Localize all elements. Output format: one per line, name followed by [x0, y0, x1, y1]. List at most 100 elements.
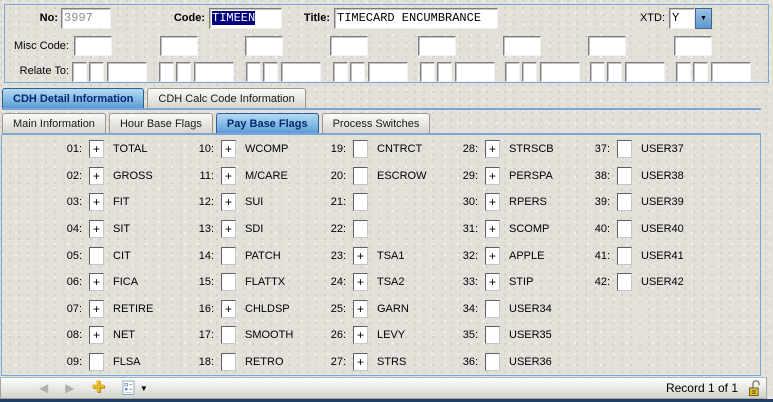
add-record-icon[interactable]: ✚	[91, 380, 104, 396]
flag-checkbox-34[interactable]	[485, 300, 500, 318]
misc-code-field-8[interactable]	[674, 36, 712, 56]
tab-cdh-detail-information[interactable]: CDH Detail Information	[2, 88, 144, 108]
flag-checkbox-03[interactable]: +	[89, 193, 104, 211]
relate-to-field-3-3[interactable]	[281, 62, 321, 82]
flag-checkbox-30[interactable]: +	[485, 193, 500, 211]
flag-checkbox-10[interactable]: +	[221, 140, 236, 158]
flag-checkbox-04[interactable]: +	[89, 220, 104, 238]
relate-to-field-4-2[interactable]	[350, 62, 365, 82]
relate-to-field-5-1[interactable]	[420, 62, 435, 82]
title-field[interactable]: TIMECARD ENCUMBRANCE	[334, 8, 498, 29]
xtd-field[interactable]: Y	[669, 8, 695, 29]
flag-checkbox-40[interactable]	[617, 220, 632, 238]
tab-main-information[interactable]: Main Information	[2, 113, 106, 133]
tab-hour-base-flags[interactable]: Hour Base Flags	[109, 113, 213, 133]
relate-to-field-2-2[interactable]	[176, 62, 191, 82]
relate-to-field-5-2[interactable]	[437, 62, 452, 82]
flag-checkbox-22[interactable]	[353, 220, 368, 238]
relate-to-field-1-1[interactable]	[72, 62, 87, 82]
flag-checkbox-39[interactable]	[617, 193, 632, 211]
relate-to-field-7-2[interactable]	[607, 62, 622, 82]
chevron-down-icon: ▼	[140, 384, 148, 393]
misc-code-field-5[interactable]	[418, 36, 456, 56]
flag-checkbox-27[interactable]: +	[353, 353, 368, 371]
flag-checkbox-05[interactable]	[89, 247, 104, 265]
flag-checkbox-31[interactable]: +	[485, 220, 500, 238]
flag-checkbox-36[interactable]	[485, 353, 500, 371]
relate-to-field-6-2[interactable]	[522, 62, 537, 82]
code-field[interactable]: TIMEEN	[209, 8, 282, 29]
flag-checkbox-08[interactable]: +	[89, 326, 104, 344]
flag-checkbox-25[interactable]: +	[353, 300, 368, 318]
flag-checkbox-18[interactable]	[221, 353, 236, 371]
flag-checkbox-17[interactable]	[221, 326, 236, 344]
flag-label: STRS	[377, 356, 406, 368]
flag-checkbox-35[interactable]	[485, 326, 500, 344]
next-record-icon[interactable]: ▶	[65, 382, 74, 394]
misc-code-field-3[interactable]	[245, 36, 283, 56]
flag-checkbox-02[interactable]: +	[89, 167, 104, 185]
flag-checkbox-42[interactable]	[617, 273, 632, 291]
flag-label: TSA1	[377, 250, 405, 262]
relate-to-field-8-1[interactable]	[676, 62, 691, 82]
flag-number-label: 18:	[192, 356, 214, 368]
relate-to-field-3-2[interactable]	[263, 62, 278, 82]
flag-checkbox-09[interactable]	[89, 353, 104, 371]
misc-code-field-6[interactable]	[503, 36, 541, 56]
relate-to-field-5-3[interactable]	[455, 62, 495, 82]
flag-checkbox-20[interactable]	[353, 167, 368, 185]
flag-checkbox-33[interactable]: +	[485, 273, 500, 291]
relate-to-field-6-1[interactable]	[505, 62, 520, 82]
misc-code-field-7[interactable]	[588, 36, 626, 56]
flag-checkbox-16[interactable]: +	[221, 300, 236, 318]
flag-checkbox-07[interactable]: +	[89, 300, 104, 318]
flag-checkbox-12[interactable]: +	[221, 193, 236, 211]
previous-record-icon[interactable]: ◀	[39, 382, 48, 394]
form-options-button[interactable]: ▼	[122, 380, 148, 396]
relate-to-group-8	[676, 62, 751, 82]
misc-code-field-2[interactable]	[160, 36, 198, 56]
tab-process-switches[interactable]: Process Switches	[322, 113, 431, 133]
flag-checkbox-37[interactable]	[617, 140, 632, 158]
relate-to-group-6	[505, 62, 580, 82]
xtd-dropdown-button[interactable]: ▼	[695, 8, 712, 29]
relate-to-field-4-3[interactable]	[368, 62, 408, 82]
flag-checkbox-23[interactable]: +	[353, 247, 368, 265]
flag-checkbox-06[interactable]: +	[89, 273, 104, 291]
misc-code-field-4[interactable]	[330, 36, 368, 56]
relate-to-field-2-1[interactable]	[159, 62, 174, 82]
flag-label: USER41	[641, 250, 684, 262]
flag-checkbox-15[interactable]	[221, 273, 236, 291]
relate-to-field-1-3[interactable]	[107, 62, 147, 82]
flag-checkbox-01[interactable]: +	[89, 140, 104, 158]
flag-checkbox-29[interactable]: +	[485, 167, 500, 185]
relate-to-field-3-1[interactable]	[246, 62, 261, 82]
flag-checkbox-41[interactable]	[617, 247, 632, 265]
pay-base-flags-grid: 01:+TOTAL02:+GROSS03:+FIT04:+SIT05:CIT06…	[60, 136, 720, 375]
relate-to-field-4-1[interactable]	[333, 62, 348, 82]
relate-to-field-7-1[interactable]	[590, 62, 605, 82]
flag-checkbox-14[interactable]	[221, 247, 236, 265]
relate-to-field-2-3[interactable]	[194, 62, 234, 82]
flag-number-label: 30:	[456, 196, 478, 208]
flag-checkbox-28[interactable]: +	[485, 140, 500, 158]
flag-checkbox-24[interactable]: +	[353, 273, 368, 291]
relate-to-field-1-2[interactable]	[89, 62, 104, 82]
flag-row-09: 09:FLSA	[60, 349, 192, 376]
misc-code-field-1[interactable]	[74, 36, 112, 56]
flag-checkbox-13[interactable]: +	[221, 220, 236, 238]
tab-pay-base-flags[interactable]: Pay Base Flags	[216, 113, 319, 133]
flag-label: CIT	[113, 250, 131, 262]
relate-to-field-6-3[interactable]	[540, 62, 580, 82]
flag-checkbox-38[interactable]	[617, 167, 632, 185]
flag-checkbox-19[interactable]	[353, 140, 368, 158]
flag-checkbox-26[interactable]: +	[353, 326, 368, 344]
no-field[interactable]: 3997	[61, 8, 111, 29]
tab-cdh-calc-code-information[interactable]: CDH Calc Code Information	[147, 88, 305, 108]
relate-to-field-8-3[interactable]	[711, 62, 751, 82]
relate-to-field-8-2[interactable]	[693, 62, 708, 82]
flag-checkbox-21[interactable]	[353, 193, 368, 211]
flag-checkbox-11[interactable]: +	[221, 167, 236, 185]
flag-checkbox-32[interactable]: +	[485, 247, 500, 265]
relate-to-field-7-3[interactable]	[625, 62, 665, 82]
